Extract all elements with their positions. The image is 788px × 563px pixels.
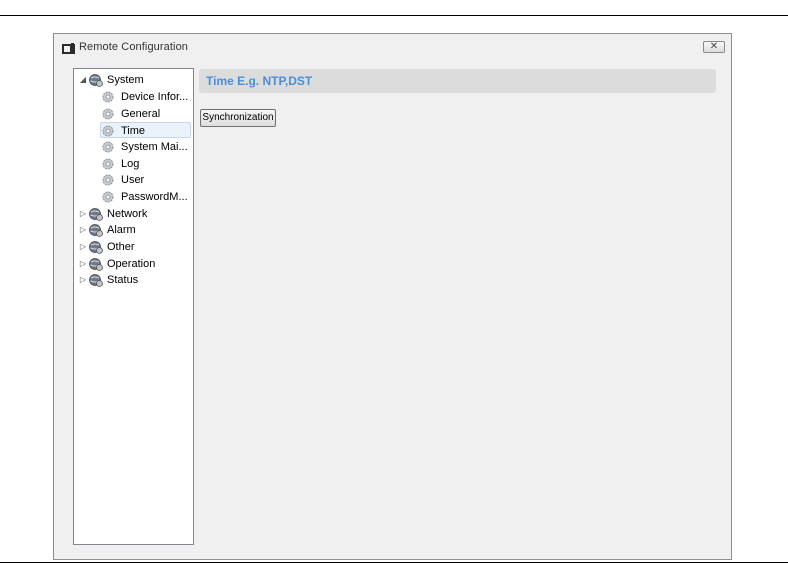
globe-gear-icon bbox=[89, 274, 103, 287]
gear-icon bbox=[102, 141, 114, 153]
globe-gear-icon bbox=[89, 74, 103, 87]
collapsed-arrow-icon[interactable]: ▷ bbox=[79, 242, 87, 252]
tree-item-label: Time bbox=[121, 125, 146, 137]
tree-item-label: General bbox=[121, 108, 161, 120]
tree-item-label: User bbox=[121, 174, 145, 186]
tree-item-time[interactable]: Time bbox=[100, 122, 191, 138]
tree-item-system-maintenance[interactable]: System Mai... bbox=[101, 139, 191, 155]
close-button[interactable]: ✕ bbox=[703, 41, 725, 53]
content-header: Time E.g. NTP,DST bbox=[199, 69, 716, 93]
tree-item-status[interactable]: ▷ Status bbox=[79, 272, 189, 288]
globe-gear-icon bbox=[89, 258, 103, 271]
tree-item-label: Log bbox=[121, 158, 140, 170]
tree-item-label: Device Infor... bbox=[121, 91, 189, 103]
gear-icon bbox=[102, 174, 114, 186]
globe-gear-icon bbox=[89, 224, 103, 237]
tree-item-label: Operation bbox=[107, 258, 156, 270]
tree-item-system[interactable]: ◢ System bbox=[79, 72, 189, 88]
gear-icon bbox=[102, 108, 114, 120]
gear-icon bbox=[102, 158, 114, 170]
tree-item-log[interactable]: Log bbox=[101, 156, 191, 172]
tree-item-password-management[interactable]: PasswordM... bbox=[101, 189, 191, 205]
title-bar: Remote Configuration ✕ bbox=[54, 34, 731, 61]
tree-item-general[interactable]: General bbox=[101, 106, 191, 122]
tree-item-label: Network bbox=[107, 208, 148, 220]
app-icon bbox=[62, 43, 75, 54]
synchronization-button[interactable]: Synchronization bbox=[200, 109, 276, 127]
tree-item-operation[interactable]: ▷ Operation bbox=[79, 256, 189, 272]
page-title: Time E.g. NTP,DST bbox=[206, 74, 313, 88]
collapsed-arrow-icon[interactable]: ▷ bbox=[79, 209, 87, 219]
tree-item-device-information[interactable]: Device Infor... bbox=[101, 89, 191, 105]
gear-icon bbox=[102, 125, 114, 137]
page-top-rule bbox=[0, 15, 788, 16]
tree-item-label: PasswordM... bbox=[121, 191, 188, 203]
collapsed-arrow-icon[interactable]: ▷ bbox=[79, 275, 87, 285]
collapsed-arrow-icon[interactable]: ▷ bbox=[79, 259, 87, 269]
gear-icon bbox=[102, 191, 114, 203]
window-title: Remote Configuration bbox=[79, 41, 189, 53]
gear-icon bbox=[102, 91, 114, 103]
collapsed-arrow-icon[interactable]: ▷ bbox=[79, 225, 87, 235]
remote-configuration-window: Remote Configuration ✕ ◢ System Device I… bbox=[53, 33, 732, 560]
globe-gear-icon bbox=[89, 208, 103, 221]
config-tree: ◢ System Device Infor... General Time Sy… bbox=[73, 68, 194, 545]
tree-item-label: System Mai... bbox=[121, 141, 188, 153]
globe-gear-icon bbox=[89, 241, 103, 254]
tree-item-network[interactable]: ▷ Network bbox=[79, 206, 189, 222]
tree-item-alarm[interactable]: ▷ Alarm bbox=[79, 222, 189, 238]
tree-item-other[interactable]: ▷ Other bbox=[79, 239, 189, 255]
tree-item-user[interactable]: User bbox=[101, 172, 191, 188]
tree-item-label: System bbox=[107, 74, 144, 86]
tree-item-label: Alarm bbox=[107, 224, 136, 236]
expanded-arrow-icon[interactable]: ◢ bbox=[79, 75, 87, 85]
tree-item-label: Status bbox=[107, 274, 139, 286]
tree-item-label: Other bbox=[107, 241, 135, 253]
